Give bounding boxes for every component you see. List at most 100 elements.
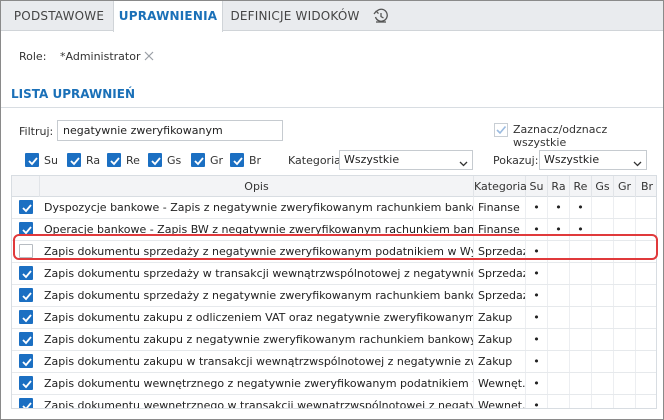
cell-kategoria: Wewnęt...	[474, 395, 526, 408]
tab-bar: PODSTAWOWE UPRAWNIENIA DEFINICJE WIDOKÓW	[1, 1, 663, 32]
cell-br	[636, 329, 656, 350]
tab-definicje-widokow[interactable]: DEFINICJE WIDOKÓW	[225, 1, 365, 31]
flag-gs-checkbox[interactable]	[148, 153, 162, 167]
header-re[interactable]: Re	[570, 176, 592, 197]
row-checkbox[interactable]	[19, 244, 33, 258]
header-ra[interactable]: Ra	[548, 176, 570, 197]
cell-re	[570, 373, 592, 394]
flag-re-checkbox[interactable]	[107, 153, 121, 167]
chevron-down-icon	[633, 156, 642, 174]
cell-gs	[592, 307, 614, 328]
flag-re-label: Re	[126, 154, 140, 167]
cell-gs	[592, 395, 614, 408]
cell-gr	[614, 241, 636, 262]
history-icon[interactable]	[373, 8, 389, 24]
filter-label: Filtruj:	[19, 125, 54, 138]
category-select[interactable]: Wszystkie	[339, 150, 473, 170]
select-all-toggle[interactable]: Zaznacz/odznacz wszystkie	[493, 122, 663, 149]
table-row[interactable]: Zapis dokumentu zakupu w transakcji wewn…	[12, 351, 656, 373]
cell-kategoria: Zakup	[474, 351, 526, 372]
category-select-value: Wszystkie	[344, 153, 400, 166]
cell-su: •	[526, 285, 548, 306]
table-row[interactable]: Dyspozycje bankowe - Zapis z negatywnie …	[12, 197, 656, 219]
cell-opis: Zapis dokumentu wewnętrznego w transakcj…	[40, 395, 474, 408]
cell-su: •	[526, 395, 548, 408]
cell-ra	[548, 329, 570, 350]
close-icon[interactable]	[143, 50, 155, 62]
cell-gs	[592, 241, 614, 262]
cell-opis: Zapis dokumentu wewnętrznego z negatywni…	[40, 373, 474, 394]
cell-br	[636, 395, 656, 408]
permissions-grid: Opis Kategoria Su Ra Re Gs Gr Br Dyspozy…	[11, 175, 657, 409]
cell-gr	[614, 329, 636, 350]
row-checkbox[interactable]	[19, 200, 33, 214]
role-label: Role:	[19, 50, 47, 63]
flag-ra-label: Ra	[86, 154, 101, 167]
row-checkbox[interactable]	[19, 288, 33, 302]
show-select[interactable]: Wszystkie	[539, 150, 647, 170]
chevron-down-icon	[459, 156, 468, 174]
select-all-icon[interactable]	[493, 122, 509, 141]
header-su[interactable]: Su	[526, 176, 548, 197]
flag-gr-checkbox[interactable]	[191, 153, 205, 167]
flag-su-label: Su	[44, 154, 58, 167]
table-row[interactable]: Zapis dokumentu wewnętrznego z negatywni…	[12, 373, 656, 395]
flag-su-checkbox[interactable]	[25, 153, 39, 167]
cell-kategoria: Wewnęt...	[474, 373, 526, 394]
cell-ra: •	[548, 219, 570, 240]
cell-br	[636, 373, 656, 394]
cell-opis: Operacje bankowe - Zapis BW z negatywnie…	[40, 219, 474, 240]
flag-br-checkbox[interactable]	[230, 153, 244, 167]
filter-input[interactable]: negatywnie zweryfikowanym	[57, 120, 283, 141]
cell-su: •	[526, 373, 548, 394]
table-row[interactable]: Zapis dokumentu zakupu z negatywnie zwer…	[12, 329, 656, 351]
row-checkbox[interactable]	[19, 310, 33, 324]
row-checkbox[interactable]	[19, 266, 33, 280]
tab-uprawnienia[interactable]: UPRAWNIENIA	[113, 1, 223, 32]
table-row[interactable]: Zapis dokumentu zakupu z odliczeniem VAT…	[12, 307, 656, 329]
cell-gs	[592, 263, 614, 284]
cell-ra	[548, 307, 570, 328]
header-br[interactable]: Br	[636, 176, 656, 197]
section-title: LISTA UPRAWNIEŃ	[11, 87, 135, 101]
cell-ra: •	[548, 197, 570, 218]
table-row[interactable]: Zapis dokumentu wewnętrznego w transakcj…	[12, 395, 656, 408]
category-label: Kategoria:	[288, 154, 345, 167]
cell-br	[636, 263, 656, 284]
row-checkbox[interactable]	[19, 222, 33, 236]
table-row[interactable]: Zapis dokumentu sprzedaży z negatywnie z…	[12, 285, 656, 307]
table-row[interactable]: Zapis dokumentu sprzedaży w transakcji w…	[12, 263, 656, 285]
cell-ra	[548, 285, 570, 306]
cell-gs	[592, 285, 614, 306]
cell-su: •	[526, 197, 548, 218]
flag-ra-checkbox[interactable]	[67, 153, 81, 167]
cell-ra	[548, 263, 570, 284]
header-opis[interactable]: Opis	[40, 176, 474, 197]
select-all-label: Zaznacz/odznacz wszystkie	[513, 123, 608, 149]
flag-gr-label: Gr	[210, 154, 224, 167]
row-checkbox[interactable]	[19, 354, 33, 368]
table-row[interactable]: Operacje bankowe - Zapis BW z negatywnie…	[12, 219, 656, 241]
row-checkbox[interactable]	[19, 376, 33, 390]
cell-su: •	[526, 263, 548, 284]
cell-su: •	[526, 307, 548, 328]
cell-su: •	[526, 329, 548, 350]
cell-re	[570, 351, 592, 372]
tab-podstawowe[interactable]: PODSTAWOWE	[7, 1, 111, 31]
show-select-value: Wszystkie	[544, 153, 600, 166]
cell-gs	[592, 351, 614, 372]
flag-gs-label: Gs	[167, 154, 182, 167]
header-gr[interactable]: Gr	[614, 176, 636, 197]
cell-su: •	[526, 241, 548, 262]
cell-re	[570, 241, 592, 262]
header-kategoria[interactable]: Kategoria	[474, 176, 527, 197]
cell-su: •	[526, 219, 548, 240]
row-checkbox[interactable]	[19, 332, 33, 346]
cell-re	[570, 307, 592, 328]
flag-br-label: Br	[249, 154, 262, 167]
cell-re	[570, 285, 592, 306]
row-checkbox[interactable]	[19, 398, 33, 408]
header-gs[interactable]: Gs	[592, 176, 614, 197]
cell-br	[636, 285, 656, 306]
table-row[interactable]: Zapis dokumentu sprzedaży z negatywnie z…	[12, 241, 656, 263]
